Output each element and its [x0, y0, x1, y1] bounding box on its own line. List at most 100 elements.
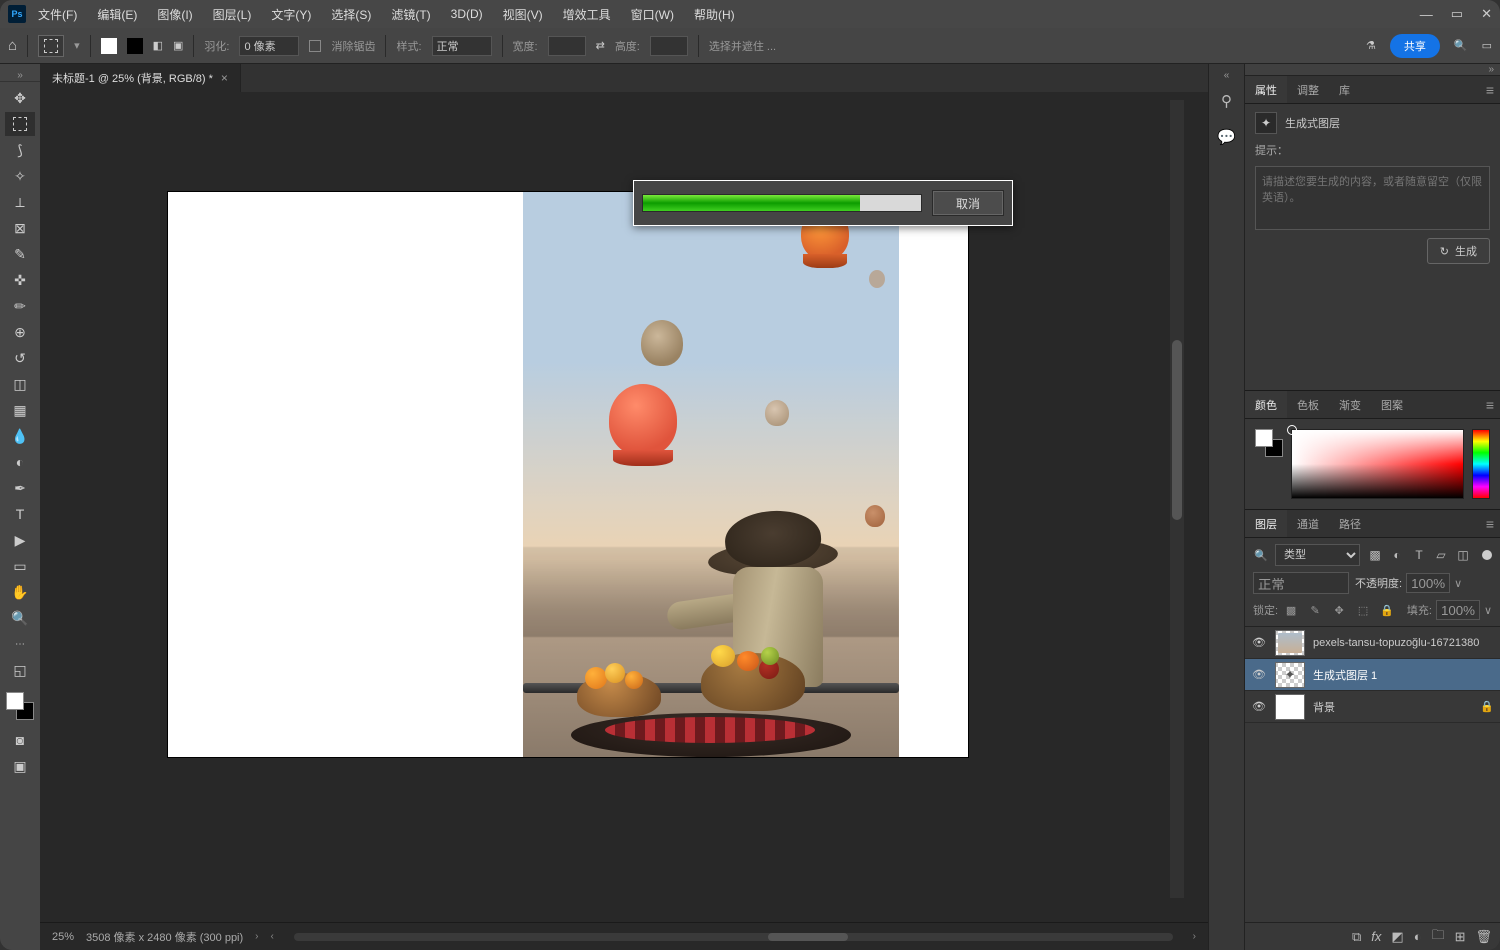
lock-image-icon[interactable]: ✎ — [1308, 604, 1322, 617]
menu-help[interactable]: 帮助(H) — [686, 2, 743, 27]
crop-tool[interactable]: ⟂ — [5, 190, 35, 214]
menu-filter[interactable]: 滤镜(T) — [383, 2, 438, 27]
beaker-icon[interactable]: ⚗ — [1366, 39, 1376, 52]
panel-menu-icon[interactable]: ≡ — [1486, 82, 1494, 98]
home-icon[interactable]: ⌂ — [8, 37, 17, 54]
screen-mode-tool[interactable]: ▣ — [5, 754, 35, 778]
hand-tool[interactable]: ✋ — [5, 580, 35, 604]
brush-tool[interactable]: ✏ — [5, 294, 35, 318]
layer-name[interactable]: 生成式图层 1 — [1313, 667, 1494, 683]
maximize-icon[interactable]: ▭ — [1451, 6, 1463, 22]
frame-tool[interactable]: ⊠ — [5, 216, 35, 240]
dodge-tool[interactable]: ◐ — [5, 450, 35, 474]
collapse-panel-icon[interactable]: » — [1245, 64, 1500, 76]
zoom-value[interactable]: 25% — [52, 931, 74, 943]
lock-icon[interactable]: 🔒 — [1480, 700, 1494, 713]
menu-image[interactable]: 图像(I) — [149, 2, 200, 27]
layer-group-icon[interactable]: 🗀 — [1432, 926, 1445, 948]
spot-heal-tool[interactable]: ✜ — [5, 268, 35, 292]
selection-intersect-icon[interactable]: ▣ — [173, 39, 183, 52]
lock-all-icon[interactable]: 🔒 — [1380, 604, 1394, 617]
blur-tool[interactable]: 💧 — [5, 424, 35, 448]
menu-layer[interactable]: 图层(L) — [205, 2, 260, 27]
minimize-icon[interactable]: — — [1420, 7, 1433, 22]
new-layer-icon[interactable]: ⊞ — [1455, 929, 1466, 945]
close-tab-icon[interactable]: × — [221, 71, 228, 85]
link-layers-icon[interactable]: ⧉ — [1352, 929, 1361, 945]
panel-menu-icon[interactable]: ≡ — [1486, 516, 1494, 532]
opacity-input[interactable] — [1406, 573, 1450, 593]
info-prev-icon[interactable]: ‹ — [271, 931, 274, 942]
selection-subtract-icon[interactable]: ◧ — [153, 39, 163, 52]
workspace-icon[interactable]: ▭ — [1482, 39, 1492, 52]
edit-toolbar-icon[interactable]: ⋯ — [5, 632, 35, 656]
canvas[interactable]: 取消 — [48, 100, 1184, 898]
zoom-tool[interactable]: 🔍 — [5, 606, 35, 630]
menu-edit[interactable]: 编辑(E) — [89, 2, 145, 27]
panel-menu-icon[interactable]: ≡ — [1486, 397, 1494, 413]
layer-name[interactable]: pexels-tansu-topuzoğlu-16721380 — [1313, 637, 1494, 649]
learn-panel-icon[interactable]: ⚲ — [1216, 90, 1238, 112]
collapse-toolbar-icon[interactable]: » — [0, 70, 40, 82]
menu-view[interactable]: 视图(V) — [495, 2, 551, 27]
prompt-textarea[interactable] — [1255, 166, 1490, 230]
height-input[interactable] — [650, 36, 688, 56]
pen-tool[interactable]: ✒ — [5, 476, 35, 500]
eyedropper-tool[interactable]: ✎ — [5, 242, 35, 266]
tab-channels[interactable]: 通道 — [1287, 510, 1329, 537]
tab-swatches[interactable]: 色板 — [1287, 391, 1329, 418]
fg-bg-swatch[interactable] — [1255, 429, 1283, 457]
filter-kind-select[interactable]: 类型 — [1275, 544, 1360, 566]
history-brush-tool[interactable]: ↺ — [5, 346, 35, 370]
visibility-toggle-icon[interactable]: 👁 — [1251, 668, 1267, 681]
width-input[interactable] — [548, 36, 586, 56]
layer-thumbnail[interactable] — [1275, 694, 1305, 720]
path-select-tool[interactable]: ▶ — [5, 528, 35, 552]
layer-name[interactable]: 背景 — [1313, 699, 1472, 715]
layer-fx-icon[interactable]: fx — [1371, 929, 1381, 944]
style-select[interactable] — [432, 36, 492, 56]
tool-preset-button[interactable] — [38, 35, 64, 57]
info-menu-icon[interactable]: › — [255, 931, 258, 942]
tab-color[interactable]: 颜色 — [1245, 391, 1287, 418]
swap-wh-icon[interactable]: ⇄ — [596, 39, 605, 52]
filter-pixel-icon[interactable]: ▩ — [1366, 546, 1384, 564]
move-tool[interactable]: ✥ — [5, 86, 35, 110]
gradient-tool[interactable]: ▦ — [5, 398, 35, 422]
quick-mask-tool[interactable]: ◙ — [5, 728, 35, 752]
layer-mask-icon[interactable]: ◩ — [1391, 929, 1403, 945]
menu-type[interactable]: 文字(Y) — [263, 2, 319, 27]
scrollbar-vertical[interactable] — [1170, 100, 1184, 898]
layer-row[interactable]: 👁 ✦ 生成式图层 1 — [1245, 659, 1500, 691]
clone-stamp-tool[interactable]: ⊕ — [5, 320, 35, 344]
lock-nest-icon[interactable]: ⬚ — [1356, 604, 1370, 617]
lasso-tool[interactable]: ⟆ — [5, 138, 35, 162]
search-icon[interactable]: 🔍 — [1454, 39, 1468, 52]
eraser-tool[interactable]: ◫ — [5, 372, 35, 396]
layer-row[interactable]: 👁 pexels-tansu-topuzoğlu-16721380 — [1245, 627, 1500, 659]
comments-panel-icon[interactable]: 💬 — [1216, 126, 1238, 148]
layer-thumbnail[interactable]: ✦ — [1275, 662, 1305, 688]
hue-slider[interactable] — [1472, 429, 1490, 499]
marquee-tool[interactable] — [5, 112, 35, 136]
antialias-checkbox[interactable] — [309, 40, 321, 52]
selection-new-icon[interactable] — [101, 38, 117, 54]
menu-file[interactable]: 文件(F) — [30, 2, 85, 27]
menu-plugins[interactable]: 增效工具 — [555, 2, 619, 27]
close-icon[interactable]: ✕ — [1481, 6, 1492, 22]
select-and-mask-button[interactable]: 选择并遮住 ... — [709, 38, 776, 54]
tab-libraries[interactable]: 库 — [1329, 76, 1360, 103]
menu-window[interactable]: 窗口(W) — [623, 2, 682, 27]
color-swatches[interactable] — [6, 692, 34, 720]
color-picker-field[interactable] — [1291, 429, 1464, 499]
feather-input[interactable] — [239, 36, 299, 56]
filter-smart-icon[interactable]: ◫ — [1454, 546, 1472, 564]
tab-properties[interactable]: 属性 — [1245, 76, 1287, 103]
timeline-scrub[interactable] — [294, 933, 1173, 941]
delete-layer-icon[interactable]: 🗑 — [1475, 929, 1492, 945]
filter-search-icon[interactable]: 🔍 — [1253, 549, 1269, 562]
tab-patterns[interactable]: 图案 — [1371, 391, 1413, 418]
type-tool[interactable]: T — [5, 502, 35, 526]
layer-row[interactable]: 👁 背景 🔒 — [1245, 691, 1500, 723]
menu-select[interactable]: 选择(S) — [323, 2, 379, 27]
